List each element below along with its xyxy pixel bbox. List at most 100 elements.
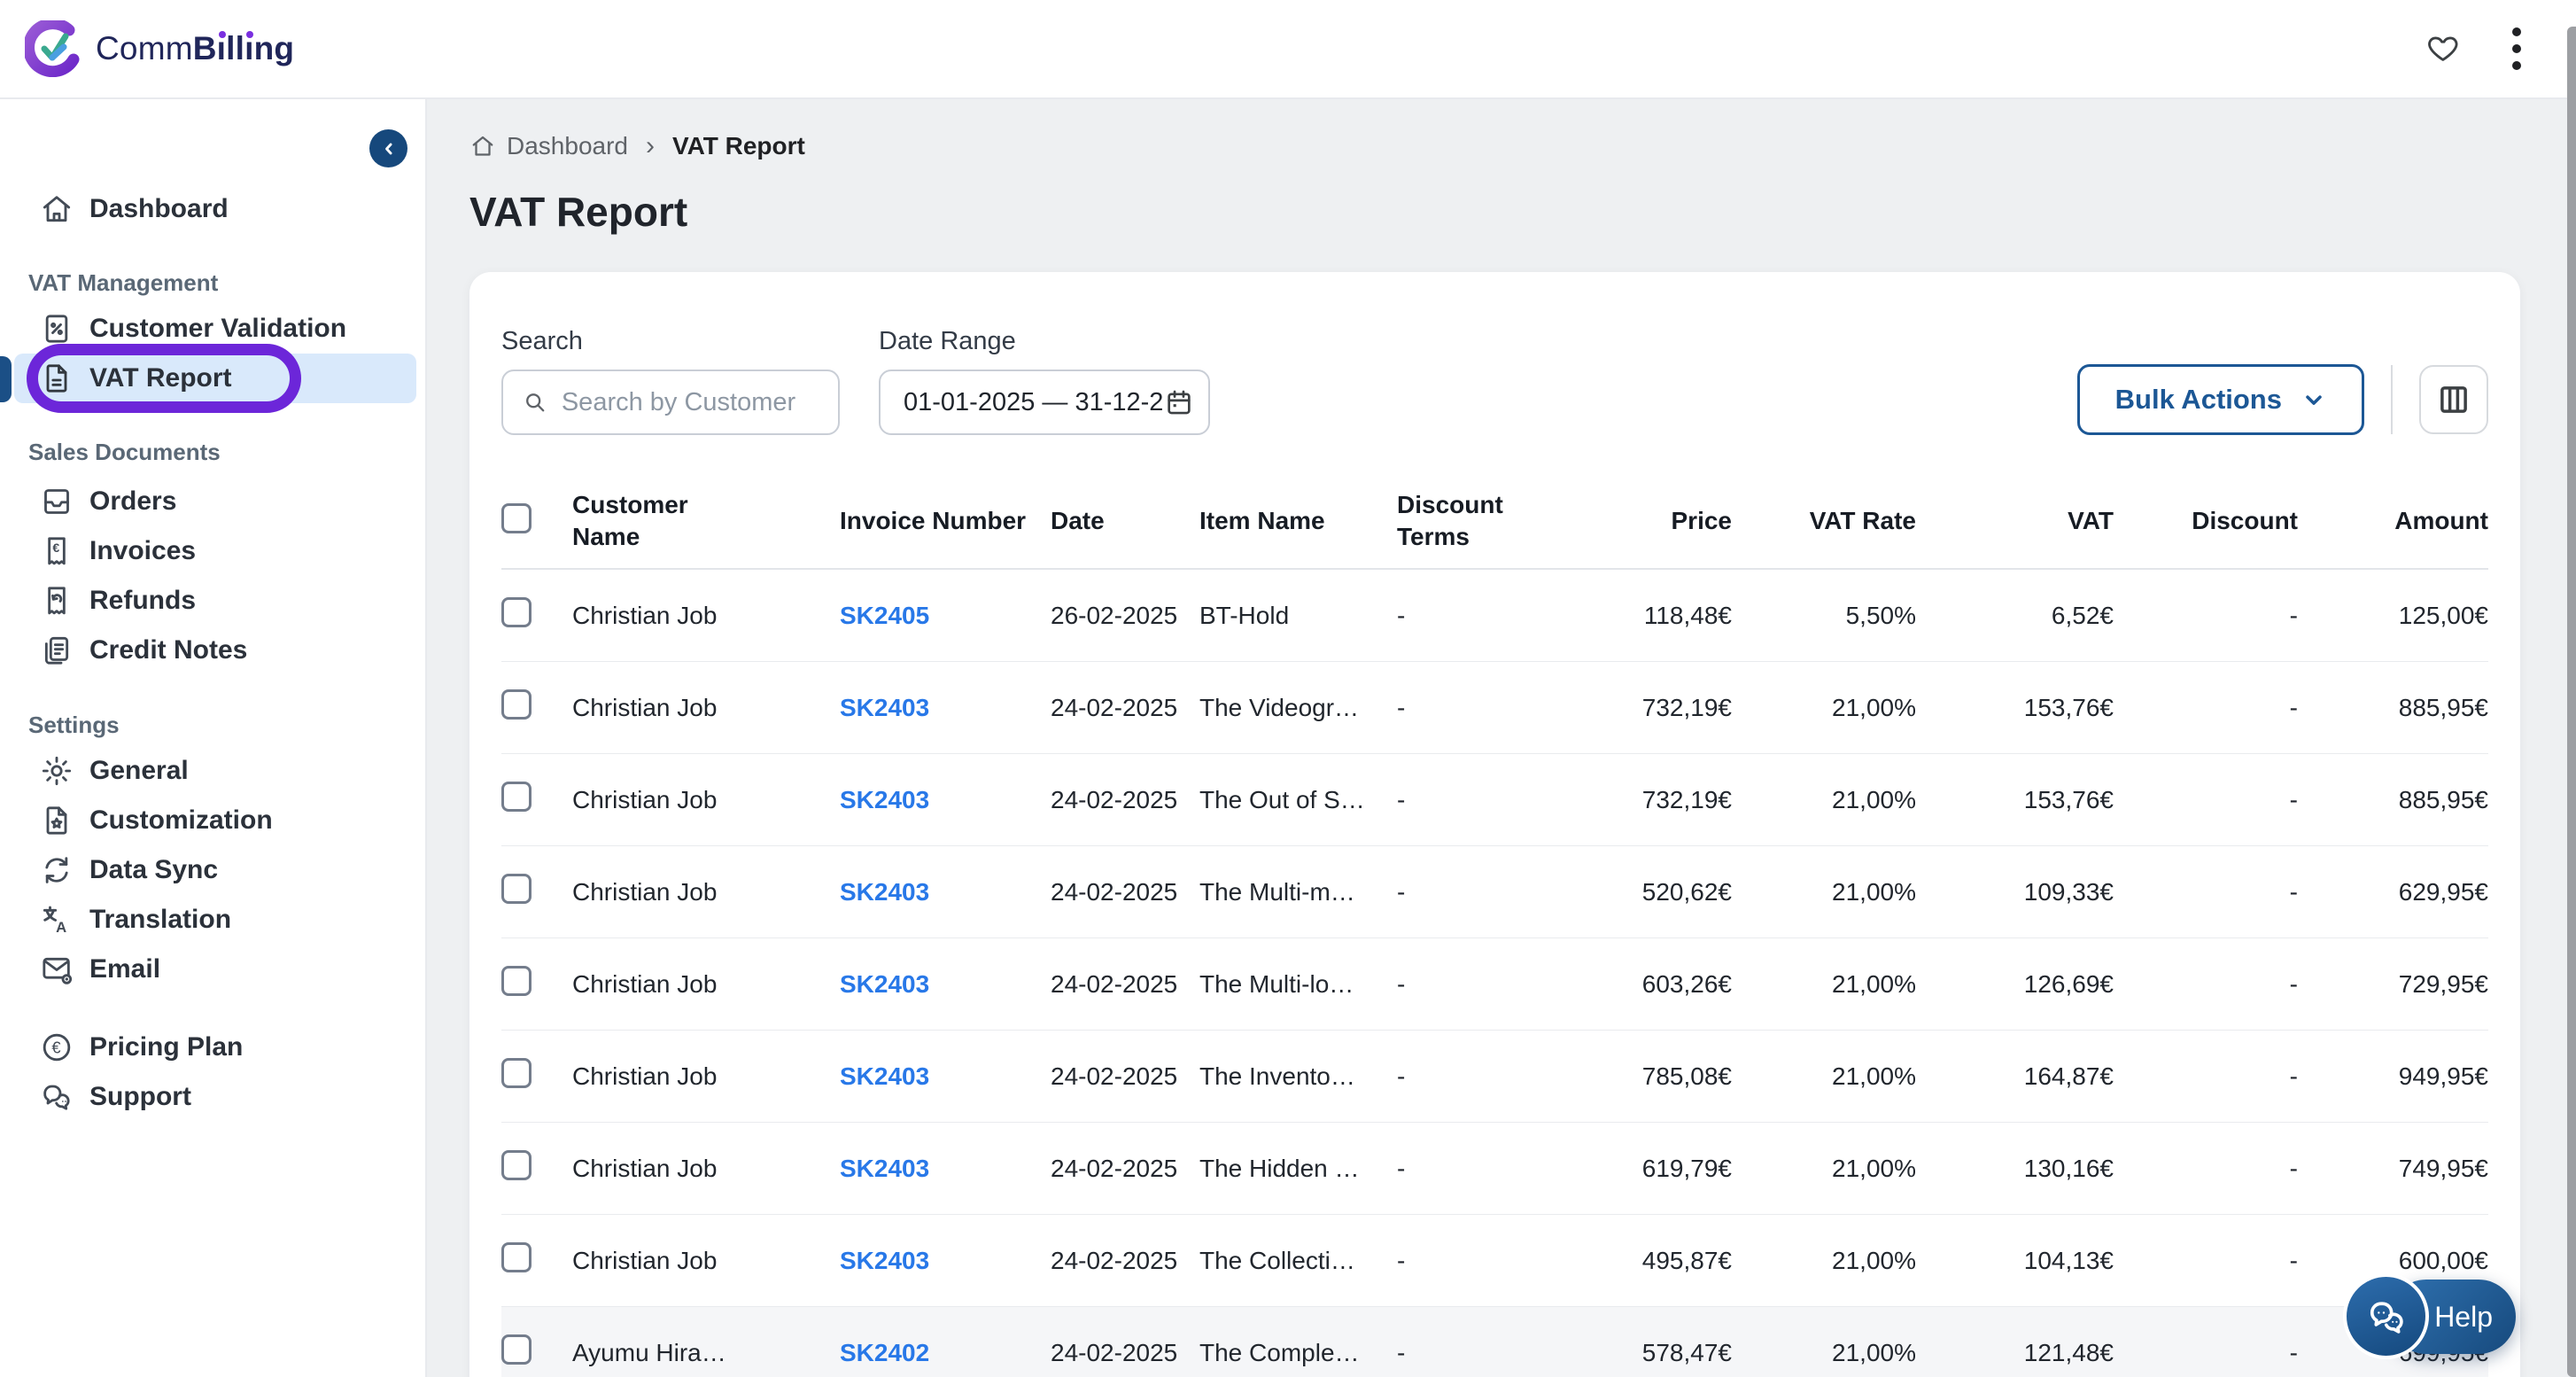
search-box[interactable]: [501, 370, 840, 435]
sidebar-item-translation[interactable]: A Translation: [14, 895, 416, 945]
select-all-checkbox[interactable]: [501, 503, 531, 533]
percent-document-icon: [39, 311, 74, 346]
sidebar-item-credit-notes[interactable]: Credit Notes: [14, 626, 416, 675]
cell-amount: 885,95€: [2305, 786, 2488, 814]
favorites-button[interactable]: [2425, 31, 2461, 66]
cell-amount: 125,00€: [2305, 602, 2488, 630]
cell-vat: 130,16€: [1923, 1155, 2114, 1183]
calendar-icon: [1164, 387, 1194, 417]
cell-customer-name: Ayumu Hira…: [558, 1339, 824, 1367]
topbar: CommBıllıng: [0, 0, 2576, 99]
search-input[interactable]: [562, 388, 822, 417]
section-label-sales-documents: Sales Documents: [28, 439, 416, 466]
invoice-link[interactable]: SK2403: [840, 1155, 929, 1182]
row-checkbox[interactable]: [501, 1150, 531, 1180]
vertical-scrollbar[interactable]: [2567, 27, 2576, 1377]
bulk-actions-label: Bulk Actions: [2115, 384, 2282, 416]
sidebar-item-customization[interactable]: Customization: [14, 796, 416, 845]
sidebar-nav: Dashboard VAT Management Customer Valida…: [0, 99, 425, 1122]
cell-vat: 164,87€: [1923, 1062, 2114, 1091]
cell-item-name: The Multi-m…: [1199, 878, 1390, 906]
invoice-link[interactable]: SK2403: [840, 970, 929, 998]
sidebar-item-support[interactable]: Support: [14, 1072, 416, 1122]
invoice-link[interactable]: SK2402: [840, 1339, 929, 1366]
svg-text:€: €: [52, 541, 59, 556]
chevron-down-icon: [2301, 387, 2326, 412]
cell-discount: -: [2121, 694, 2298, 722]
chat-bubbles-icon: [2363, 1294, 2409, 1340]
cell-amount: 749,95€: [2305, 1155, 2488, 1183]
cell-discount-terms: -: [1397, 694, 1530, 722]
sidebar-item-customer-validation[interactable]: Customer Validation: [14, 304, 416, 354]
cell-customer-name: Christian Job: [558, 878, 824, 906]
cell-discount: -: [2121, 1339, 2298, 1367]
row-checkbox[interactable]: [501, 689, 531, 720]
invoice-receipt-icon: €: [39, 533, 74, 569]
cell-vat-rate: 21,00%: [1739, 878, 1916, 906]
column-header-discount-terms: Discount Terms: [1397, 489, 1530, 554]
table-row: Ayumu Hira… SK2402 24-02-2025 The Comple…: [501, 1307, 2488, 1377]
help-chat-bubble[interactable]: [2343, 1273, 2429, 1359]
breadcrumb-chevron-icon: ›: [646, 131, 655, 161]
cell-date: 24-02-2025: [1051, 878, 1192, 906]
cell-amount: 729,95€: [2305, 970, 2488, 999]
invoice-link[interactable]: SK2403: [840, 786, 929, 813]
cell-price: 732,19€: [1537, 694, 1732, 722]
row-checkbox[interactable]: [501, 782, 531, 812]
invoice-link[interactable]: SK2403: [840, 1062, 929, 1090]
cell-vat: 6,52€: [1923, 602, 2114, 630]
cell-vat-rate: 21,00%: [1739, 1247, 1916, 1275]
active-item-indicator: [0, 356, 12, 402]
invoice-link[interactable]: SK2403: [840, 694, 929, 721]
cell-vat-rate: 21,00%: [1739, 970, 1916, 999]
cell-price: 495,87€: [1537, 1247, 1732, 1275]
cell-item-name: The Out of S…: [1199, 786, 1390, 814]
sidebar-item-vat-report[interactable]: VAT Report: [14, 354, 416, 403]
cell-discount-terms: -: [1397, 1339, 1530, 1367]
breadcrumb-home-label: Dashboard: [507, 132, 628, 160]
sidebar-item-invoices[interactable]: € Invoices: [14, 526, 416, 576]
column-settings-button[interactable]: [2419, 365, 2488, 434]
row-checkbox[interactable]: [501, 1058, 531, 1088]
help-launcher: Help: [2343, 1273, 2520, 1362]
sidebar-item-pricing-plan[interactable]: € Pricing Plan: [14, 1023, 416, 1072]
sidebar-item-label: Email: [89, 954, 160, 984]
cell-date: 24-02-2025: [1051, 970, 1192, 999]
sidebar-item-orders[interactable]: Orders: [14, 477, 416, 526]
kebab-menu-icon: [2510, 25, 2523, 73]
invoice-link[interactable]: SK2403: [840, 878, 929, 906]
sidebar-item-label: Credit Notes: [89, 635, 247, 665]
sidebar-item-email[interactable]: Email: [14, 945, 416, 994]
row-checkbox[interactable]: [501, 597, 531, 627]
invoice-link[interactable]: SK2403: [840, 1247, 929, 1274]
sidebar-item-refunds[interactable]: Refunds: [14, 576, 416, 626]
sidebar-item-label: Support: [89, 1082, 191, 1112]
breadcrumb: Dashboard › VAT Report: [469, 131, 2576, 161]
vertical-divider: [2391, 365, 2393, 434]
cell-date: 26-02-2025: [1051, 602, 1192, 630]
cell-vat: 121,48€: [1923, 1339, 2114, 1367]
cell-vat-rate: 21,00%: [1739, 1155, 1916, 1183]
home-icon: [469, 133, 496, 159]
sidebar-item-general[interactable]: General: [14, 746, 416, 796]
row-checkbox[interactable]: [501, 874, 531, 904]
sidebar-collapse-button[interactable]: [369, 129, 407, 167]
row-checkbox[interactable]: [501, 1334, 531, 1365]
date-range-input[interactable]: 01-01-2025 — 31-12-2025: [879, 370, 1210, 435]
topbar-actions: [2425, 25, 2523, 73]
row-checkbox[interactable]: [501, 1242, 531, 1272]
row-checkbox[interactable]: [501, 966, 531, 996]
brand-logo[interactable]: CommBıllıng: [25, 20, 294, 77]
cell-discount: -: [2121, 602, 2298, 630]
bulk-actions-button[interactable]: Bulk Actions: [2077, 364, 2364, 435]
sidebar-item-data-sync[interactable]: Data Sync: [14, 845, 416, 895]
section-label-vat-management: VAT Management: [28, 269, 416, 297]
kebab-menu-button[interactable]: [2510, 25, 2523, 73]
sidebar-item-label: Pricing Plan: [89, 1032, 243, 1062]
cell-amount: 629,95€: [2305, 878, 2488, 906]
invoice-link[interactable]: SK2405: [840, 602, 929, 629]
sidebar-item-dashboard[interactable]: Dashboard: [14, 184, 416, 234]
cell-discount-terms: -: [1397, 1155, 1530, 1183]
breadcrumb-dashboard[interactable]: Dashboard: [469, 132, 628, 160]
cell-item-name: The Multi-lo…: [1199, 970, 1390, 999]
